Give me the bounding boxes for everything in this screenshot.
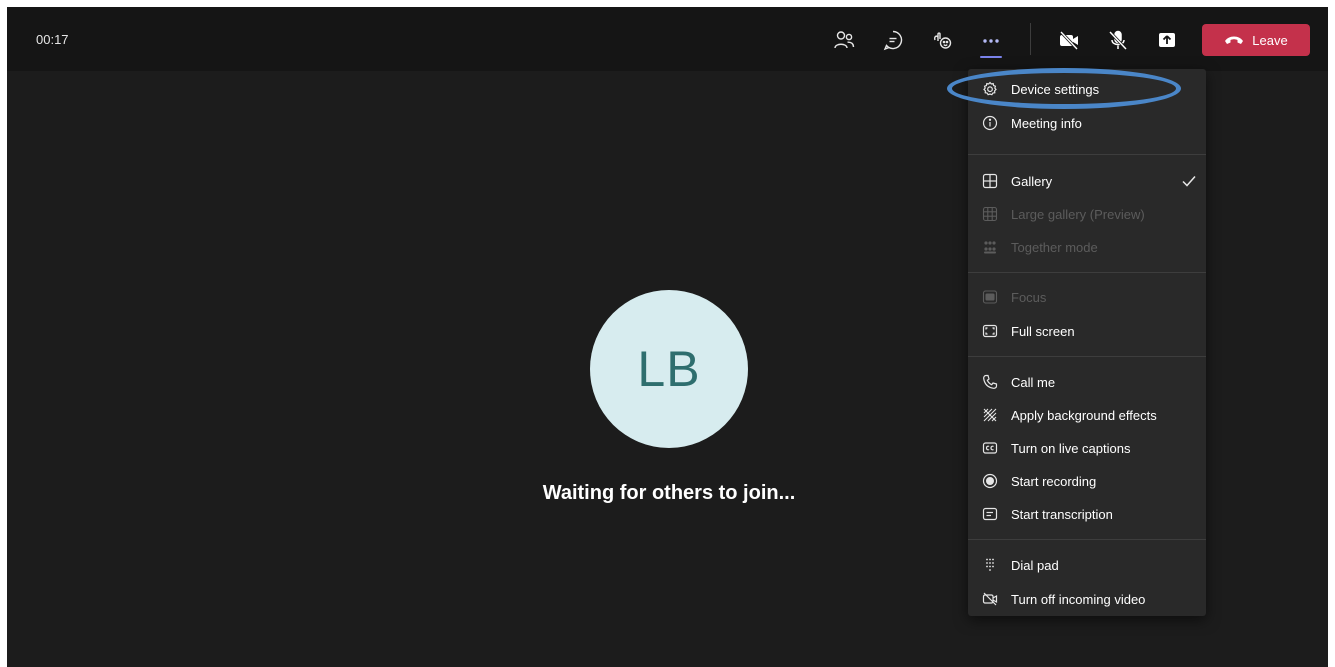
more-options-icon [983, 39, 999, 43]
more-options-button[interactable] [976, 25, 1006, 58]
menu-divider [968, 539, 1206, 540]
gear-icon [982, 81, 998, 97]
menu-item-label: Start transcription [1011, 507, 1113, 522]
people-button[interactable] [829, 25, 859, 55]
waiting-message: Waiting for others to join... [542, 482, 796, 504]
record-icon [982, 473, 998, 489]
people-icon [834, 31, 855, 49]
reactions-button[interactable] [927, 25, 957, 55]
more-options-menu: Device settings Meeting info Gallery Lar… [968, 69, 1206, 616]
menu-item-label: Focus [1011, 290, 1047, 305]
reactions-icon [934, 32, 952, 49]
leave-button[interactable]: Leave [1202, 24, 1310, 56]
focus-icon [982, 289, 998, 305]
camera-off-icon [1059, 30, 1079, 51]
menu-item-label: Turn off incoming video [1011, 592, 1146, 607]
menu-item-label: Dial pad [1011, 558, 1059, 573]
menu-item-gallery[interactable]: Gallery [968, 166, 1206, 196]
share-screen-button[interactable] [1152, 25, 1182, 55]
share-screen-icon [1159, 33, 1175, 47]
closed-captions-icon [982, 440, 998, 456]
active-indicator [980, 56, 1002, 58]
menu-item-label: Large gallery (Preview) [1011, 207, 1145, 222]
full-screen-icon [982, 323, 998, 339]
large-gallery-icon [982, 206, 998, 222]
menu-item-label: Together mode [1011, 240, 1098, 255]
leave-label: Leave [1252, 32, 1288, 48]
menu-item-focus: Focus [968, 282, 1206, 312]
chat-icon [883, 30, 903, 51]
background-effects-icon [982, 407, 998, 423]
menu-item-call-me[interactable]: Call me [968, 367, 1206, 397]
avatar: LB [590, 290, 748, 448]
avatar-initials: LB [637, 341, 701, 397]
menu-item-start-transcription[interactable]: Start transcription [968, 499, 1206, 529]
menu-item-background-effects[interactable]: Apply background effects [968, 400, 1206, 430]
dial-pad-icon [982, 557, 998, 573]
meeting-timer: 00:17 [36, 32, 69, 47]
menu-divider [968, 154, 1206, 155]
menu-item-together-mode: Together mode [968, 232, 1206, 262]
menu-item-label: Meeting info [1011, 116, 1082, 131]
mic-toggle-button[interactable] [1103, 25, 1133, 55]
menu-item-label: Apply background effects [1011, 408, 1157, 423]
gallery-icon [982, 173, 998, 189]
menu-item-label: Gallery [1011, 174, 1053, 189]
menu-divider [968, 356, 1206, 357]
meeting-window: 00:17 Leave LB Waiting for others to joi… [7, 7, 1328, 667]
hang-up-icon [1225, 36, 1244, 44]
menu-item-live-captions[interactable]: Turn on live captions [968, 433, 1206, 463]
transcription-icon [982, 506, 998, 522]
menu-item-start-recording[interactable]: Start recording [968, 466, 1206, 496]
menu-item-label: Device settings [1011, 82, 1100, 97]
menu-item-meeting-info[interactable]: Meeting info [968, 108, 1206, 138]
menu-item-large-gallery: Large gallery (Preview) [968, 199, 1206, 229]
chat-button[interactable] [878, 25, 908, 55]
toolbar-divider [1030, 23, 1031, 55]
info-icon [982, 115, 998, 131]
menu-item-label: Call me [1011, 375, 1056, 390]
menu-item-label: Turn on live captions [1011, 441, 1131, 456]
menu-item-dial-pad[interactable]: Dial pad [968, 550, 1206, 580]
menu-item-label: Full screen [1011, 324, 1075, 339]
mic-off-icon [1108, 30, 1128, 51]
menu-divider [968, 272, 1206, 273]
menu-item-turn-off-incoming-video[interactable]: Turn off incoming video [968, 584, 1206, 614]
menu-item-device-settings[interactable]: Device settings [968, 74, 1206, 104]
menu-item-full-screen[interactable]: Full screen [968, 316, 1206, 346]
checkmark-icon [1182, 176, 1196, 187]
video-off-icon [982, 591, 998, 607]
together-mode-icon [982, 239, 998, 255]
meeting-toolbar: 00:17 Leave [7, 7, 1328, 71]
camera-toggle-button[interactable] [1054, 25, 1084, 55]
menu-item-label: Start recording [1011, 474, 1097, 489]
phone-icon [982, 374, 998, 390]
